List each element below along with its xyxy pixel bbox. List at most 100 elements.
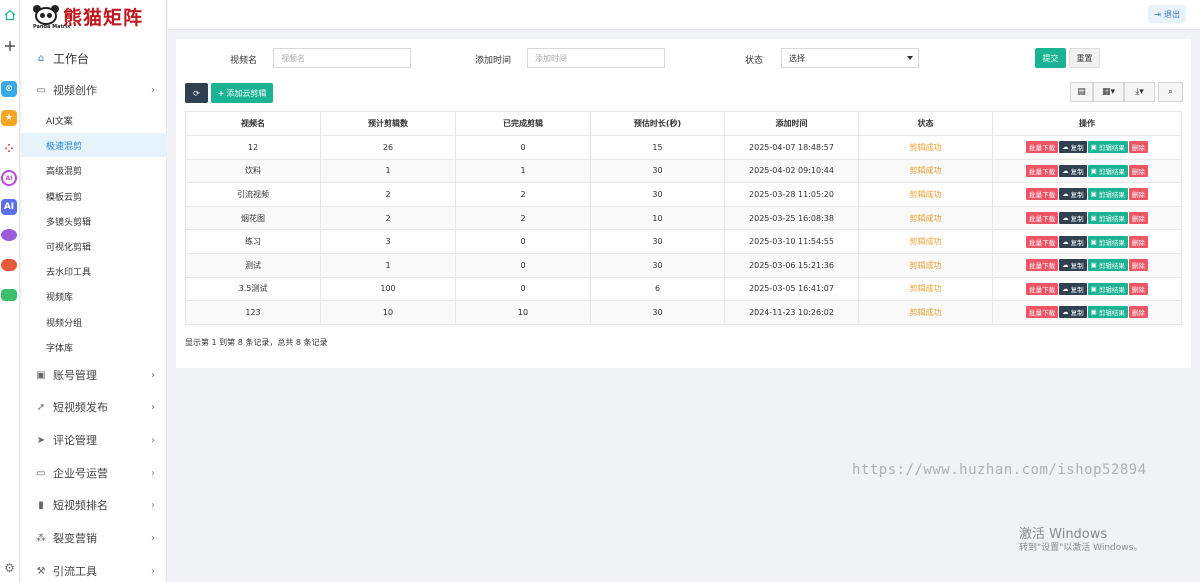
cloud-icon: ☁ [1062, 214, 1069, 223]
cell-planned-count: 2 [320, 205, 456, 231]
column-header[interactable]: 预估时长(秒) [590, 111, 725, 136]
app-game-icon[interactable] [1, 259, 17, 271]
delete-button[interactable]: 删除 [1128, 282, 1148, 295]
status-select[interactable]: 选择 [781, 48, 919, 68]
copy-button[interactable]: ☁ 复制 [1059, 282, 1087, 295]
batch-download-button[interactable]: 批量下载 [1026, 188, 1059, 201]
delete-button[interactable]: 删除 [1128, 141, 1148, 154]
app-green-icon[interactable] [1, 289, 17, 301]
batch-download-button[interactable]: 批量下载 [1026, 259, 1059, 272]
batch-download-button[interactable]: 批量下载 [1026, 282, 1059, 295]
sidebar-item-traffic-tools[interactable]: ⚒ 引流工具 › [21, 558, 167, 582]
toggle-view-button[interactable]: ▤ [1070, 82, 1093, 102]
delete-button[interactable]: 删除 [1128, 188, 1148, 201]
edit-result-button[interactable]: ▣ 剪辑结果 [1087, 188, 1128, 201]
logo-text: 熊猫矩阵 [63, 6, 144, 29]
delete-button[interactable]: 删除 [1128, 306, 1148, 319]
column-header[interactable]: 视频名 [185, 111, 321, 136]
delete-button[interactable]: 删除 [1128, 164, 1148, 177]
app-dots-icon[interactable]: ⁘ [1, 140, 17, 156]
sidebar-sub-multi-camera[interactable]: 多镜头剪辑 [21, 209, 167, 233]
edit-result-button[interactable]: ▣ 剪辑结果 [1087, 164, 1128, 177]
batch-download-button[interactable]: 批量下载 [1026, 164, 1059, 177]
app-purple-icon[interactable] [1, 229, 17, 241]
refresh-button[interactable]: ⟳ [185, 83, 208, 103]
reset-button[interactable]: 重置 [1069, 48, 1100, 68]
batch-download-button[interactable]: 批量下载 [1026, 141, 1059, 154]
sidebar-sub-fast-mix[interactable]: 极速混剪 [21, 133, 167, 157]
home-icon[interactable] [1, 6, 18, 23]
sidebar-sub-advanced-mix[interactable]: 高级混剪 [21, 158, 167, 182]
batch-download-button[interactable]: 批量下载 [1026, 235, 1059, 248]
app-blue-icon[interactable]: ⊙ [1, 81, 17, 97]
sidebar-item-accounts[interactable]: ▣ 账号管理 › [21, 362, 167, 388]
column-header[interactable]: 已完成剪辑 [455, 111, 591, 136]
cloud-icon: ☁ [1062, 261, 1069, 270]
cell-actions: 批量下载 ☁ 复制 ▣ 剪辑结果 删除 [992, 252, 1182, 278]
result-icon: ▣ [1090, 214, 1097, 223]
logout-button[interactable]: ⇥ 退出 [1148, 5, 1186, 23]
sidebar-item-publish[interactable]: ➚ 短视频发布 › [21, 394, 167, 420]
video-name-input[interactable]: 视频名 [273, 48, 411, 68]
column-header[interactable]: 预计剪辑数 [320, 111, 456, 136]
sidebar-sub-ai-copy[interactable]: AI文案 [21, 108, 167, 132]
delete-button[interactable]: 删除 [1128, 259, 1148, 272]
sidebar-item-fission[interactable]: ⁂ 裂变营销 › [21, 525, 167, 551]
paper-plane-icon: ➤ [36, 434, 46, 446]
sidebar-sub-video-group[interactable]: 视频分组 [21, 310, 167, 334]
add-cloud-edit-button[interactable]: + 添加云剪辑 [211, 83, 273, 103]
watermark-text: https://www.huzhan.com/ishop52894 [852, 462, 1147, 478]
copy-button[interactable]: ☁ 复制 [1059, 188, 1087, 201]
sidebar-item-enterprise[interactable]: ▭ 企业号运营 › [21, 460, 167, 486]
copy-button[interactable]: ☁ 复制 [1059, 141, 1087, 154]
sidebar-sub-visual-edit[interactable]: 可视化剪辑 [21, 234, 167, 258]
filter-time-label: 添加时间 [475, 56, 512, 66]
sidebar-item-video-create[interactable]: ▭ 视频创作 › [21, 77, 167, 103]
app-star-icon[interactable]: ★ [1, 110, 17, 126]
copy-button[interactable]: ☁ 复制 [1059, 259, 1087, 272]
add-time-input[interactable]: 添加时间 [527, 48, 665, 68]
edit-result-button[interactable]: ▣ 剪辑结果 [1087, 282, 1128, 295]
cell-done-count: 0 [455, 252, 591, 278]
delete-button[interactable]: 删除 [1128, 235, 1148, 248]
edit-result-button[interactable]: ▣ 剪辑结果 [1087, 212, 1128, 225]
delete-button[interactable]: 删除 [1128, 212, 1148, 225]
edit-result-button[interactable]: ▣ 剪辑结果 [1087, 306, 1128, 319]
edit-result-label: 剪辑结果 [1098, 191, 1125, 200]
sidebar-sub-font-library[interactable]: 字体库 [21, 335, 167, 359]
column-header[interactable]: 状态 [858, 111, 993, 136]
edit-result-button[interactable]: ▣ 剪辑结果 [1087, 141, 1128, 154]
search-button[interactable]: ⌕ [1158, 82, 1183, 102]
app-ai-icon[interactable]: AI [1, 199, 17, 215]
app-ai-ring-icon[interactable]: AI [1, 170, 17, 186]
windows-activation-hint: 转到"设置"以激活 Windows。 [1019, 543, 1143, 553]
batch-download-button[interactable]: 批量下载 [1026, 306, 1059, 319]
column-header[interactable]: 添加时间 [724, 111, 859, 136]
export-button[interactable]: ⤓▾ [1124, 82, 1155, 102]
sidebar-item-ranking[interactable]: ▮ 短视频排名 › [21, 492, 167, 518]
edit-result-button[interactable]: ▣ 剪辑结果 [1087, 235, 1128, 248]
sidebar-sub-template-cloud[interactable]: 模板云剪 [21, 184, 167, 208]
settings-icon[interactable]: ⚙ [1, 559, 18, 576]
submit-button[interactable]: 提交 [1035, 48, 1066, 68]
cloud-icon: ☁ [1062, 237, 1069, 246]
cell-added-time: 2025-04-02 09:10:44 [724, 158, 859, 184]
table-header-row: 视频名 预计剪辑数 已完成剪辑 预估时长(秒) 添加时间 状态 操作 [185, 111, 1182, 136]
copy-button[interactable]: ☁ 复制 [1059, 306, 1087, 319]
plus-icon[interactable] [1, 37, 18, 54]
copy-button[interactable]: ☁ 复制 [1059, 235, 1087, 248]
edit-result-button[interactable]: ▣ 剪辑结果 [1087, 259, 1128, 272]
sidebar-sub-video-library[interactable]: 视频库 [21, 284, 167, 308]
batch-download-button[interactable]: 批量下载 [1026, 212, 1059, 225]
cloud-icon: ☁ [1062, 308, 1069, 317]
copy-button[interactable]: ☁ 复制 [1059, 164, 1087, 177]
sidebar-sub-watermark-tool[interactable]: 去水印工具 [21, 259, 167, 283]
copy-button[interactable]: ☁ 复制 [1059, 212, 1087, 225]
cell-duration: 30 [590, 229, 725, 254]
columns-button[interactable]: ▦▾ [1093, 82, 1124, 102]
sidebar-item-workbench[interactable]: ⌂ 工作台 [21, 45, 167, 71]
sidebar-item-comments[interactable]: ➤ 评论管理 › [21, 427, 167, 453]
edit-result-label: 剪辑结果 [1098, 238, 1125, 247]
chevron-right-icon: › [151, 565, 155, 577]
result-icon: ▣ [1090, 190, 1097, 199]
